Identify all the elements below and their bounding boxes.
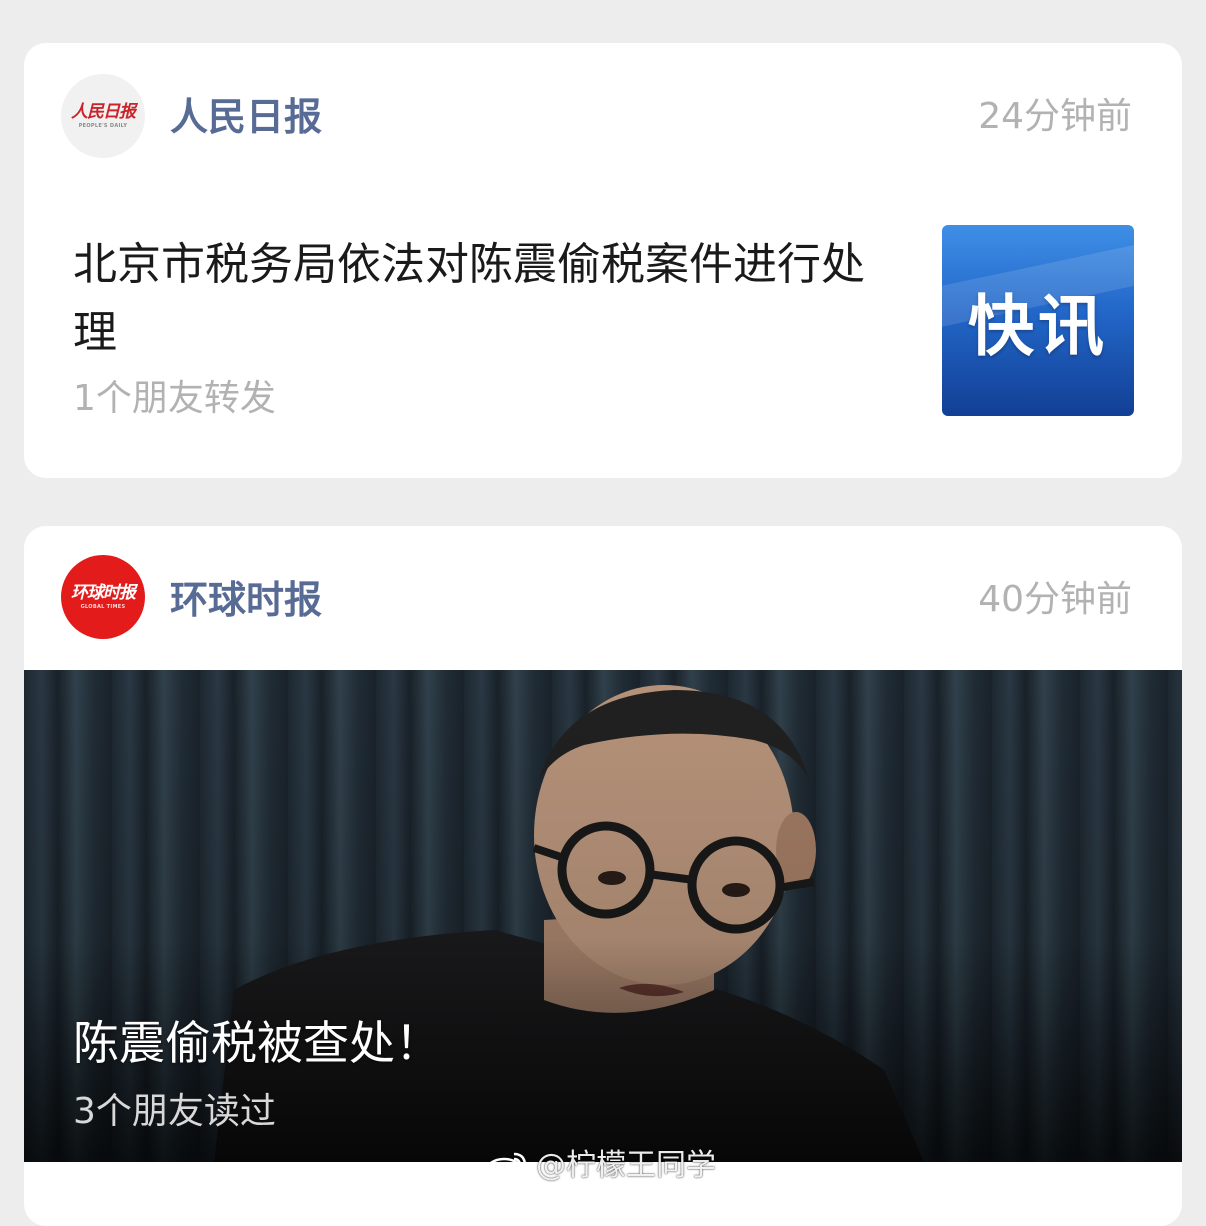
article-cover-image[interactable]: 陈震偷税被查处！ 3个朋友读过 xyxy=(24,670,1182,1162)
people-daily-logo[interactable]: 人民日报 PEOPLE'S DAILY xyxy=(61,74,145,158)
post-time: 40分钟前 xyxy=(978,579,1132,620)
source-name[interactable]: 环球时报 xyxy=(170,581,322,619)
logo-wordmark: 环球时报 xyxy=(71,582,136,603)
logo-wordmark: 人民日报 xyxy=(71,101,136,122)
article-thumbnail[interactable]: 快讯 xyxy=(942,225,1134,416)
post-time: 24分钟前 xyxy=(978,96,1132,137)
cover-gradient xyxy=(24,670,1182,1162)
thumbnail-label: 快讯 xyxy=(968,286,1108,365)
card-header: 环球时报 GLOBAL TIMES 环球时报 40分钟前 xyxy=(24,526,1182,676)
article-card[interactable]: 人民日报 PEOPLE'S DAILY 人民日报 24分钟前 北京市税务局依法对… xyxy=(24,43,1182,478)
friend-activity: 3个朋友读过 xyxy=(73,1091,276,1132)
logo-subtitle: PEOPLE'S DAILY xyxy=(78,122,128,129)
article-card[interactable]: 环球时报 GLOBAL TIMES 环球时报 40分钟前 陈震偷税被查处！ 3个… xyxy=(24,526,1182,1226)
card-header: 人民日报 PEOPLE'S DAILY 人民日报 24分钟前 xyxy=(24,43,1182,193)
article-headline[interactable]: 陈震偷税被查处！ xyxy=(73,1020,441,1066)
global-times-logo[interactable]: 环球时报 GLOBAL TIMES xyxy=(61,555,145,639)
weibo-icon xyxy=(485,1152,527,1183)
logo-subtitle: GLOBAL TIMES xyxy=(80,603,126,610)
watermark: @柠檬王同学 xyxy=(484,1146,716,1186)
friend-activity: 1个朋友转发 xyxy=(73,378,276,419)
article-headline[interactable]: 北京市税务局依法对陈震偷税案件进行处理 xyxy=(73,231,903,367)
watermark-text: @柠檬王同学 xyxy=(536,1148,716,1183)
source-name[interactable]: 人民日报 xyxy=(170,98,322,136)
